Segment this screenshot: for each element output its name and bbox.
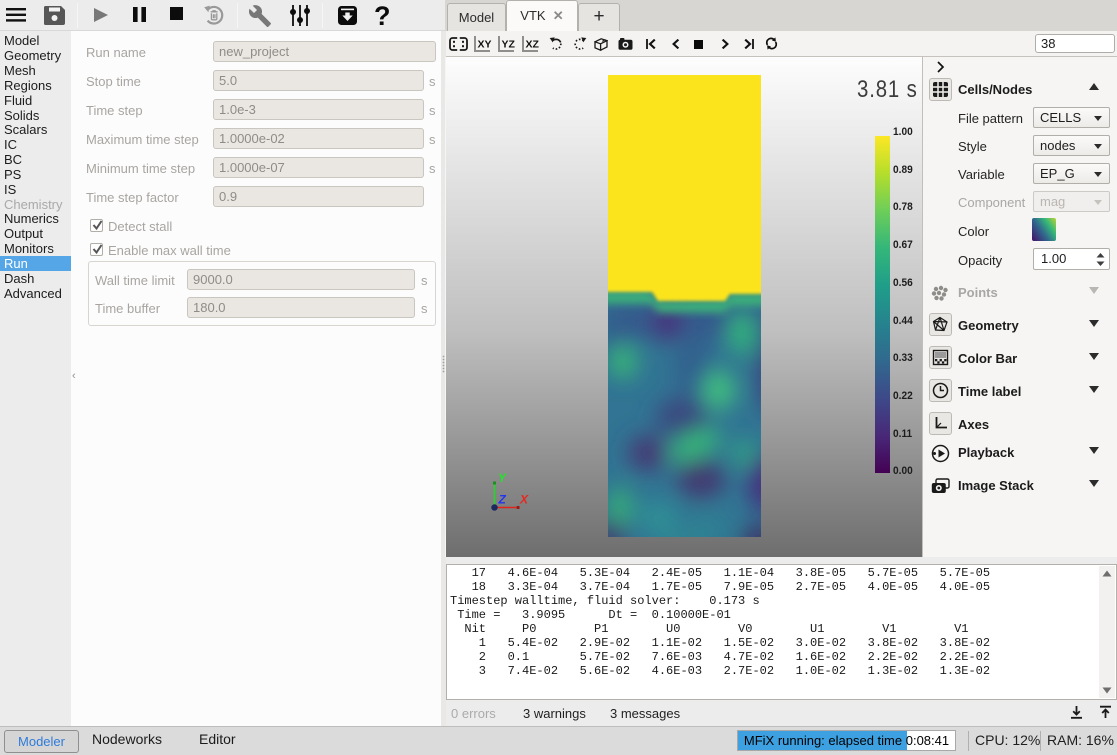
svg-text:Y: Y xyxy=(498,471,507,485)
svg-text:XZ: XZ xyxy=(526,39,540,51)
svg-text:YZ: YZ xyxy=(502,39,516,51)
svg-text:X: X xyxy=(519,493,529,507)
svg-text:XY: XY xyxy=(478,39,492,51)
svg-text:Z: Z xyxy=(498,493,507,507)
